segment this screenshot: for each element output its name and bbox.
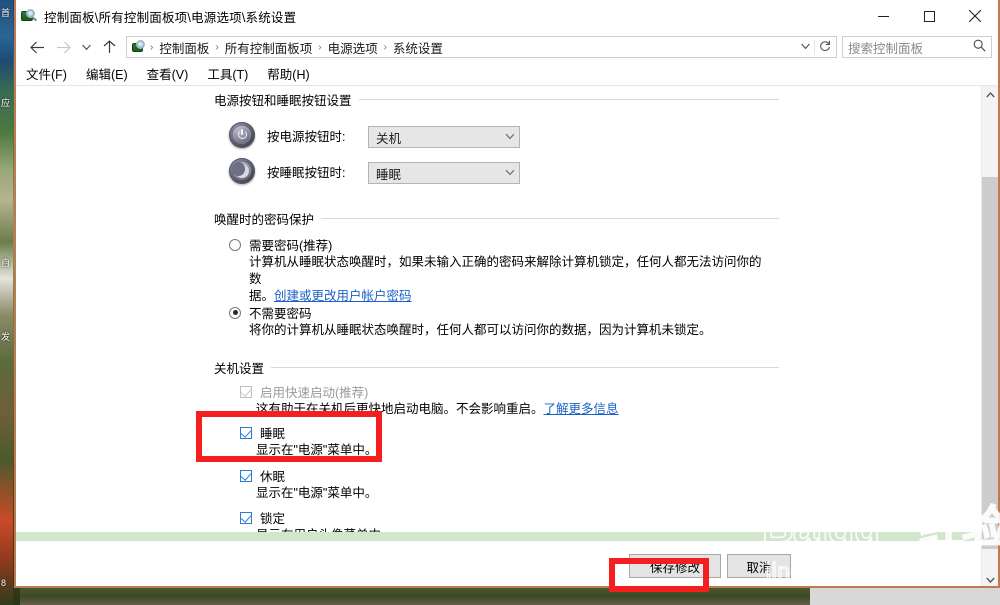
save-button[interactable]: 保存修改 (629, 554, 721, 578)
settings-content: 电源按钮和睡眠按钮设置 按电源按钮时: 关机 按睡眠按钮时: 睡眠 唤醒时的密码… (16, 86, 998, 586)
require-password-option[interactable]: 需要密码(推荐) (229, 235, 332, 254)
search-box[interactable]: 搜索控制面板 (842, 36, 992, 58)
no-password-description: 将你的计算机从睡眠状态唤醒时，任何人都可以访问你的数据，因为计算机未锁定。 (249, 323, 712, 337)
checkbox-hibernate[interactable] (240, 469, 252, 482)
scroll-up-button[interactable] (982, 86, 998, 103)
group-title: 电源按钮和睡眠按钮设置 (214, 94, 352, 108)
fast-startup-label: 启用快速启动(推荐) (260, 386, 369, 400)
group-title: 关机设置 (214, 362, 265, 376)
fast-startup-desc: 这有助于在关机后更快地启动电脑。不会影响重启。 (256, 402, 544, 416)
menu-bar: 文件(F) 编辑(E) 查看(V) 工具(T) 帮助(H) (16, 62, 998, 86)
scrollbar-thumb[interactable] (982, 177, 998, 549)
breadcrumb-item-1[interactable]: 所有控制面板项 (220, 38, 318, 57)
power-button-action-value: 关机 (376, 131, 402, 146)
create-change-password-link[interactable]: 创建或更改用户帐户密码 (274, 289, 412, 303)
address-control-panel-icon (131, 39, 146, 55)
address-dropdown-icon[interactable] (796, 41, 814, 53)
window-controls (860, 0, 998, 32)
require-password-desc-line2: 据。 (249, 289, 275, 303)
cancel-button[interactable]: 取消 (727, 554, 791, 578)
control-panel-window: 控制面板\所有控制面板项\电源选项\系统设置 › 控制面板 › 所有控制面板项 … (14, 0, 1000, 588)
control-panel-icon (20, 8, 38, 25)
scroll-down-button[interactable] (982, 571, 998, 586)
back-button[interactable] (24, 34, 50, 60)
require-password-label: 需要密码(推荐) (249, 239, 333, 253)
fast-startup-checkbox-row: 启用快速启动(推荐) (240, 382, 368, 401)
checkbox-sleep[interactable] (240, 426, 252, 439)
chevron-down-icon (505, 167, 515, 179)
close-button[interactable] (952, 0, 998, 32)
up-one-level-button[interactable] (96, 34, 122, 60)
search-input[interactable]: 搜索控制面板 (848, 38, 973, 57)
menu-item-file[interactable]: 文件(F) (26, 64, 67, 83)
group-title: 唤醒时的密码保护 (214, 213, 315, 227)
fast-startup-description: 这有助于在关机后更快地启动电脑。不会影响重启。了解更多信息 (256, 401, 776, 418)
radio-no-password[interactable] (229, 306, 241, 319)
no-password-option[interactable]: 不需要密码 (229, 303, 312, 322)
menu-item-view[interactable]: 查看(V) (147, 64, 189, 83)
desktop-text-1: 首 (1, 8, 11, 18)
settings-pane: 电源按钮和睡眠按钮设置 按电源按钮时: 关机 按睡眠按钮时: 睡眠 唤醒时的密码… (16, 86, 981, 586)
desktop-left-panel (0, 0, 13, 605)
breadcrumb-item-0[interactable]: 控制面板 (154, 38, 214, 57)
group-header-power-buttons: 电源按钮和睡眠按钮设置 (214, 90, 779, 109)
window-title: 控制面板\所有控制面板项\电源选项\系统设置 (44, 10, 297, 25)
radio-require-password[interactable] (229, 238, 241, 251)
forward-button (50, 34, 76, 60)
power-button-action-select[interactable]: 关机 (368, 126, 520, 148)
lock-label: 锁定 (260, 512, 286, 526)
action-button-bar: 保存修改 取消 (16, 554, 981, 586)
power-button-icon (229, 122, 255, 148)
green-separator-band (16, 532, 981, 541)
title-bar: 控制面板\所有控制面板项\电源选项\系统设置 (16, 0, 998, 32)
chevron-down-icon (505, 131, 515, 143)
address-bar[interactable]: › 控制面板 › 所有控制面板项 › 电源选项 › 系统设置 (126, 36, 837, 58)
desktop-text-5: 8 (1, 578, 7, 588)
sleep-description: 显示在"电源"菜单中。 (256, 443, 378, 457)
require-password-description: 计算机从睡眠状态唤醒时，如果未输入正确的密码来解除计算机锁定，任何人都无法访问你… (249, 254, 769, 305)
no-password-label: 不需要密码 (249, 307, 312, 321)
group-header-password-protection: 唤醒时的密码保护 (214, 209, 779, 228)
navigation-bar: › 控制面板 › 所有控制面板项 › 电源选项 › 系统设置 搜索控制面板 (16, 32, 998, 62)
learn-more-link[interactable]: 了解更多信息 (544, 402, 619, 416)
sleep-button-label: 按睡眠按钮时: (267, 165, 346, 180)
checkbox-lock[interactable] (240, 511, 252, 524)
menu-item-tools[interactable]: 工具(T) (207, 64, 248, 83)
power-button-row: 按电源按钮时: (229, 122, 345, 148)
vertical-scrollbar[interactable] (981, 86, 998, 586)
sleep-button-action-select[interactable]: 睡眠 (368, 162, 520, 184)
maximize-button[interactable] (906, 0, 952, 32)
breadcrumb-item-2[interactable]: 电源选项 (323, 38, 383, 57)
hibernate-label: 休眠 (260, 470, 286, 484)
sleep-label: 睡眠 (260, 427, 286, 441)
sleep-button-action-value: 睡眠 (376, 167, 402, 182)
require-password-desc-line1: 计算机从睡眠状态唤醒时，如果未输入正确的密码来解除计算机锁定，任何人都无法访问你… (249, 255, 762, 286)
sleep-checkbox-row[interactable]: 睡眠 (240, 423, 285, 442)
desktop-text-3: 自 (1, 258, 11, 268)
refresh-icon[interactable] (814, 39, 834, 55)
desktop-text-2: 应 (1, 98, 11, 108)
group-header-shutdown-settings: 关机设置 (214, 358, 779, 377)
menu-item-help[interactable]: 帮助(H) (267, 64, 309, 83)
sleep-button-icon (229, 158, 255, 184)
power-button-label: 按电源按钮时: (267, 129, 346, 144)
recent-locations-button[interactable] (76, 34, 96, 60)
checkbox-fast-startup (240, 385, 252, 398)
sleep-button-row: 按睡眠按钮时: (229, 158, 345, 184)
hibernate-checkbox-row[interactable]: 休眠 (240, 466, 285, 485)
search-icon (973, 39, 986, 55)
hibernate-description: 显示在"电源"菜单中。 (256, 486, 378, 500)
lock-checkbox-row[interactable]: 锁定 (240, 508, 285, 527)
minimize-button[interactable] (860, 0, 906, 32)
desktop-text-4: 发 (1, 332, 11, 342)
breadcrumb-item-3[interactable]: 系统设置 (388, 38, 448, 57)
menu-item-edit[interactable]: 编辑(E) (86, 64, 128, 83)
